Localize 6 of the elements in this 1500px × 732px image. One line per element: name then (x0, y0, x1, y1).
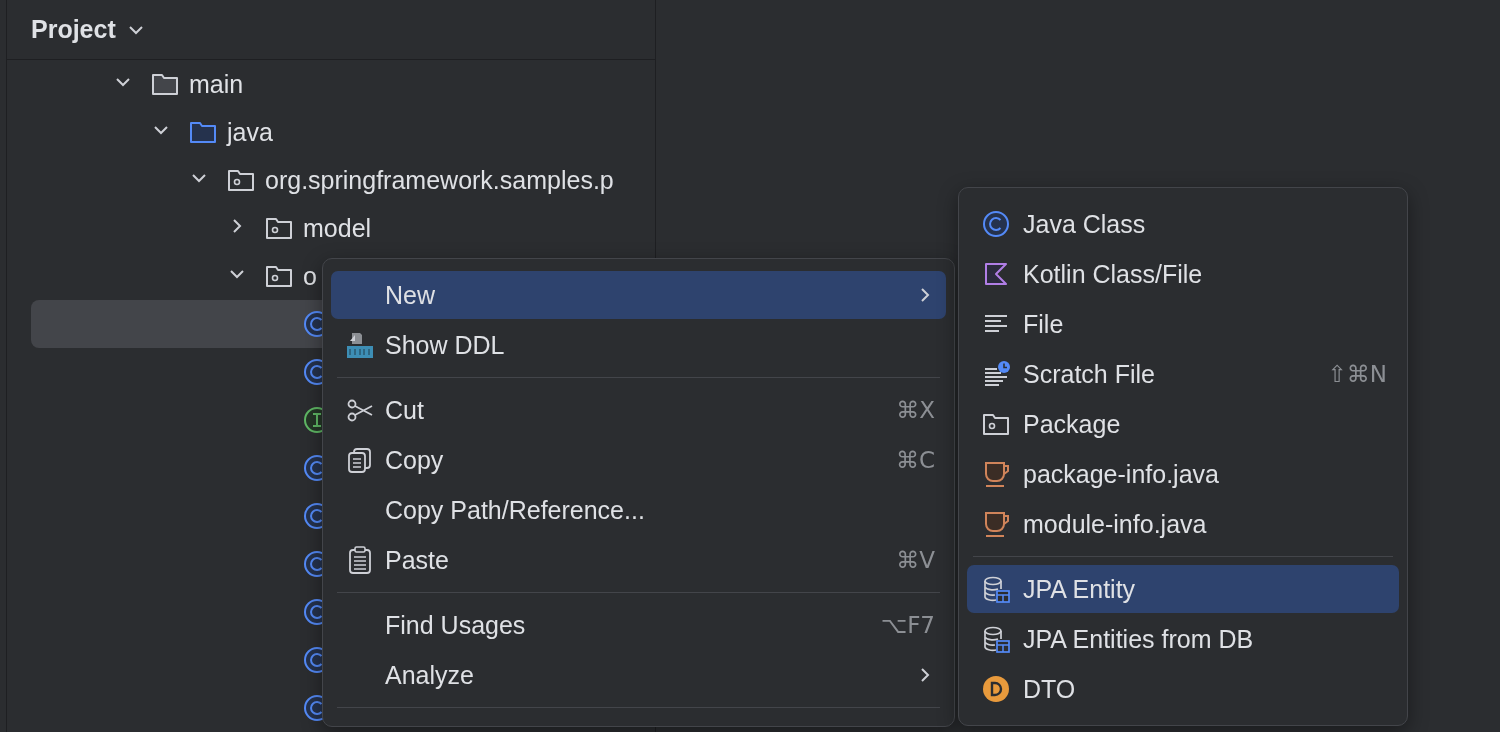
panel-title: Project (31, 15, 116, 44)
shortcut-label: ⌘X (896, 397, 935, 423)
shortcut-label: ⌥F7 (880, 612, 935, 638)
shortcut-label: ⌘V (896, 547, 935, 573)
shortcut-label: ⇧⌘N (1327, 361, 1387, 387)
shortcut-label: ⌘C (895, 447, 935, 473)
